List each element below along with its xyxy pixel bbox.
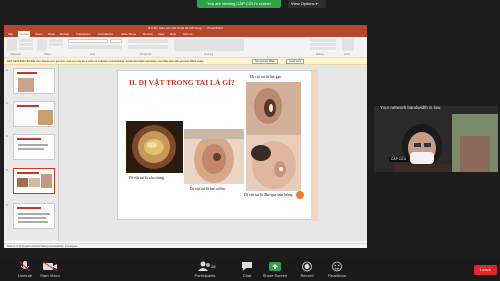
drawing-shapes[interactable]: [174, 39, 244, 51]
list-buttons[interactable]: [128, 39, 168, 43]
reset-button[interactable]: [49, 43, 63, 46]
copy-button[interactable]: [19, 43, 33, 46]
bandwidth-warning: Your network bandwidth is low.: [380, 105, 442, 110]
cut-button[interactable]: [19, 39, 33, 42]
thumb-text-line: [18, 148, 44, 150]
layout-button[interactable]: [49, 39, 63, 42]
caption-insect: Dị vật tai là côn trùng: [129, 175, 164, 180]
thumb-number: 3: [6, 101, 8, 105]
group-voice: Voice: [344, 53, 351, 56]
thumb-text-line: [18, 221, 48, 223]
screen-share-indicator: You are viewing CẨP CỬU's screen: [197, 0, 281, 8]
slide-editing-canvas: II. DỊ VẬT TRONG TAI LÀ GÌ? Dị vật tai l…: [59, 65, 367, 241]
thumb-image: [38, 110, 53, 125]
thumb-text-line: [18, 217, 46, 219]
start-video-button[interactable]: Start Video: [25, 259, 75, 278]
thumb-title-line: [17, 207, 41, 209]
thumb-text-line: [18, 144, 48, 146]
group-slides: Slides: [44, 53, 51, 56]
learn-more-button[interactable]: Learn more: [286, 59, 305, 64]
thumb-title-line: [17, 138, 41, 140]
thumb-number: 5: [6, 168, 8, 172]
dictate-button[interactable]: [342, 39, 354, 51]
slide-thumbnail-selected[interactable]: [13, 168, 55, 194]
thumb-number: 6: [6, 203, 8, 207]
slide-title: II. DỊ VẬT TRONG TAI LÀ GÌ?: [129, 78, 235, 87]
thumb-number: 2: [6, 68, 8, 72]
leave-button[interactable]: Leave: [474, 265, 497, 275]
license-warning-bar: GET GENUINE OFFICE Your license isn't ge…: [4, 58, 367, 65]
thumb-image: [41, 174, 52, 188]
pointer-dot: [296, 191, 304, 199]
caption-rice: Dị vật tai là hạt gạo: [250, 74, 282, 79]
group-drawing: Drawing: [204, 53, 214, 56]
format-painter-button[interactable]: [19, 47, 33, 50]
thumb-title-line: [17, 105, 39, 107]
thumb-text-line: [18, 213, 50, 215]
slide-accent-bar: [311, 71, 318, 221]
thumb-number: 4: [6, 134, 8, 138]
shared-powerpoint-window: B.3.3C. Siêu vẻn các dị vật tai mũi họng…: [4, 25, 367, 248]
get-genuine-office-button[interactable]: Get genuine Office: [252, 59, 278, 64]
slide-thumbnail[interactable]: [13, 68, 55, 94]
font-size-select[interactable]: [110, 39, 122, 43]
child-head-image: [246, 135, 301, 191]
caption-bead: Dị vật tai là hạt cườm: [190, 186, 225, 191]
status-bar: Slide 5 of 33 English (United States) Ac…: [4, 243, 367, 248]
participant-name-label: CẨP CỬU: [389, 157, 409, 162]
current-slide[interactable]: II. DỊ VẬT TRONG TAI LÀ GÌ? Dị vật tai l…: [117, 70, 318, 221]
group-paragraph: Paragraph: [140, 53, 152, 56]
child-ear-image: [184, 129, 244, 184]
thumb-image: [17, 178, 28, 187]
select-button[interactable]: [310, 47, 336, 50]
paste-button[interactable]: [7, 39, 17, 51]
participant-video-feed: [374, 106, 498, 172]
photo-insect-in-ear: [126, 121, 183, 173]
font-format-buttons[interactable]: [68, 45, 122, 49]
zoom-toolbar: Unmute Start Video Participants 28 Chat …: [0, 259, 500, 281]
replace-button[interactable]: [310, 43, 336, 46]
group-font: Font: [90, 53, 96, 56]
share-screen-icon: [269, 262, 281, 271]
reactions-label: Reactions: [328, 273, 346, 278]
slide-thumbnail[interactable]: [13, 134, 55, 160]
start-video-label: Start Video: [40, 273, 60, 278]
reactions-button[interactable]: Reactions: [312, 259, 362, 278]
view-options-button[interactable]: View Options ▾: [288, 0, 326, 8]
thumb-image: [18, 78, 34, 92]
video-camera-off-icon: [42, 261, 58, 272]
group-editing: Editing: [316, 53, 324, 56]
slide-thumbnail[interactable]: [13, 203, 55, 229]
photo-bead-in-ear: [184, 129, 244, 184]
thumb-title-line: [17, 72, 37, 74]
ear-closeup-image: [246, 82, 301, 135]
photo-rice-grain-in-ear: [246, 82, 301, 135]
font-name-select[interactable]: [68, 39, 108, 43]
photo-cotton-swab-in-ear: [246, 135, 301, 191]
alignment-buttons[interactable]: [128, 45, 168, 49]
warning-text: GET GENUINE OFFICE Your license isn't ge…: [7, 60, 204, 63]
participant-video-tile[interactable]: [374, 106, 498, 172]
ribbon: Clipboard Slides Font Paragraph Drawing …: [4, 37, 367, 58]
slide-thumbnail-pane: 2 3 4 5 6: [4, 65, 59, 241]
participants-count: 28: [211, 264, 216, 269]
caption-cotton-swab: Dị vật tai là đầu que tăm bông: [244, 192, 293, 197]
ear-canal-image: [132, 125, 176, 169]
find-button[interactable]: [310, 39, 336, 42]
group-clipboard: Clipboard: [10, 53, 21, 56]
thumb-title-line: [17, 172, 39, 174]
thumb-image: [29, 178, 40, 187]
slide-thumbnail[interactable]: [13, 101, 55, 127]
reactions-icon: [332, 261, 342, 272]
new-slide-button[interactable]: [37, 39, 47, 51]
